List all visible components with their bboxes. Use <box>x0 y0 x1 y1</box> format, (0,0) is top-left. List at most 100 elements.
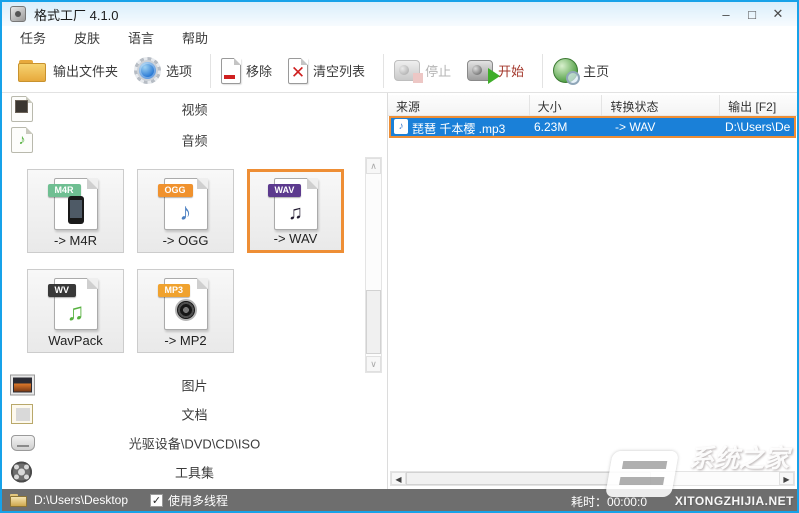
ogg-label: -> OGG <box>138 233 233 248</box>
stop-label: 停止 <box>425 61 451 80</box>
task-list-header: 来源 大小 转换状态 输出 [F2] <box>388 95 797 116</box>
title-bar: 格式工厂 4.1.0 – □ ✕ <box>2 2 797 26</box>
multithread-label: 使用多线程 <box>168 492 228 509</box>
format-card-wav[interactable]: WAV ♫ -> WAV <box>247 169 344 253</box>
audio-file-icon: ♪ <box>394 119 408 134</box>
status-bar: D:\Users\Desktop ✓ 使用多线程 耗时：00:00:0 <box>2 489 797 511</box>
wavpack-label: WavPack <box>28 333 123 348</box>
wavpack-file-icon: WV ♫ <box>54 278 98 330</box>
music-notes-icon: ♫ <box>55 299 97 327</box>
mp2-label: -> MP2 <box>138 333 233 348</box>
window-title: 格式工厂 4.1.0 <box>34 5 119 24</box>
mp2-file-icon: MP3 <box>164 278 208 330</box>
output-path[interactable]: D:\Users\Desktop <box>34 493 128 507</box>
remove-icon <box>221 58 241 84</box>
rom-device-label: 光驱设备\DVD\CD\ISO <box>2 433 387 452</box>
format-card-mp2[interactable]: MP3 -> MP2 <box>137 269 234 353</box>
maximize-button[interactable]: □ <box>739 7 765 22</box>
task-row-selected[interactable]: ♪ 琵琶 千本樱 .mp3 6.23M -> WAV D:\Users\De <box>389 116 796 138</box>
task-status: -> WAV <box>615 120 655 134</box>
task-size: 6.23M <box>534 120 567 134</box>
wav-label: -> WAV <box>250 231 341 246</box>
format-card-m4r[interactable]: M4R -> M4R <box>27 169 124 253</box>
multithread-checkbox[interactable]: ✓ <box>150 494 163 507</box>
home-button[interactable]: 主页 <box>553 58 609 83</box>
close-button[interactable]: ✕ <box>765 6 791 22</box>
wv-tag: WV <box>48 284 77 297</box>
output-folder-button[interactable]: 输出文件夹 <box>18 60 118 82</box>
home-label: 主页 <box>583 61 609 80</box>
elapsed-time: 耗时：00:00:0 <box>571 493 647 510</box>
ogg-tag: OGG <box>158 184 193 197</box>
toolset-label: 工具集 <box>2 463 387 482</box>
start-button[interactable]: 开始 <box>467 60 524 81</box>
options-label: 选项 <box>166 61 192 80</box>
menu-language[interactable]: 语言 <box>128 28 154 47</box>
clear-list-label: 清空列表 <box>313 61 365 80</box>
stop-button[interactable]: 停止 <box>394 60 451 81</box>
hscrollbar-thumb[interactable] <box>406 472 651 485</box>
output-folder-label: 输出文件夹 <box>53 61 118 80</box>
remove-button[interactable]: 移除 <box>221 58 272 84</box>
options-button[interactable]: 选项 <box>134 57 192 84</box>
output-path-folder-icon[interactable] <box>10 494 27 507</box>
video-label: 视频 <box>2 100 387 119</box>
sidebar-item-audio[interactable]: ♪ 音频 <box>2 124 387 156</box>
task-list-hscrollbar[interactable]: ◀ ▶ <box>390 471 795 486</box>
menu-help[interactable]: 帮助 <box>182 28 208 47</box>
task-output: D:\Users\De <box>725 120 790 134</box>
toolbar-separator <box>383 54 384 88</box>
sidebar-item-rom-device[interactable]: 光驱设备\DVD\CD\ISO <box>2 428 387 457</box>
music-notes-icon: ♫ <box>275 199 317 227</box>
gear-icon <box>134 57 161 84</box>
toolbar-separator <box>210 54 211 88</box>
minimize-button[interactable]: – <box>713 7 739 22</box>
format-card-ogg[interactable]: OGG ♪ -> OGG <box>137 169 234 253</box>
scroll-left-icon[interactable]: ◀ <box>391 472 406 485</box>
column-output[interactable]: 输出 [F2] <box>720 95 797 116</box>
start-icon <box>467 60 493 81</box>
menu-bar: 任务 皮肤 语言 帮助 <box>2 26 797 49</box>
app-icon <box>10 6 26 22</box>
music-note-icon: ♪ <box>165 199 207 227</box>
scroll-up-icon[interactable]: ∧ <box>366 158 381 174</box>
sidebar-scrollbar[interactable]: ∧ ∨ <box>365 157 382 373</box>
document-label: 文档 <box>2 404 387 423</box>
toolbar-separator <box>542 54 543 88</box>
ogg-file-icon: OGG ♪ <box>164 178 208 230</box>
format-card-wavpack[interactable]: WV ♫ WavPack <box>27 269 124 353</box>
sidebar-item-document[interactable]: 文档 <box>2 399 387 428</box>
home-globe-icon <box>553 58 578 83</box>
output-folder-icon <box>18 60 48 82</box>
scroll-right-icon[interactable]: ▶ <box>779 472 794 485</box>
wav-tag: WAV <box>268 184 302 197</box>
picture-label: 图片 <box>2 375 387 394</box>
menu-skin[interactable]: 皮肤 <box>74 28 100 47</box>
m4r-label: -> M4R <box>28 233 123 248</box>
column-size[interactable]: 大小 <box>530 95 603 116</box>
sidebar: 视频 ♪ 音频 M4R -> M4R OGG ♪ -> OGG <box>2 93 387 489</box>
wav-file-icon: WAV ♫ <box>274 178 318 230</box>
clear-list-icon: ✕ <box>288 58 308 84</box>
scrollbar-thumb[interactable] <box>366 290 381 354</box>
menu-task[interactable]: 任务 <box>20 28 46 47</box>
column-source[interactable]: 来源 <box>388 95 530 116</box>
m4r-file-icon: M4R <box>54 178 98 230</box>
stop-icon <box>394 60 420 81</box>
speaker-icon <box>175 299 197 321</box>
start-label: 开始 <box>498 61 524 80</box>
app-window: 格式工厂 4.1.0 – □ ✕ 任务 皮肤 语言 帮助 输出文件夹 选项 移除… <box>0 0 799 513</box>
remove-label: 移除 <box>246 61 272 80</box>
sidebar-item-toolset[interactable]: 工具集 <box>2 457 387 487</box>
task-source: 琵琶 千本樱 .mp3 <box>412 120 505 137</box>
clear-list-button[interactable]: ✕ 清空列表 <box>288 58 365 84</box>
sidebar-item-picture[interactable]: 图片 <box>2 370 387 399</box>
column-status[interactable]: 转换状态 <box>602 95 720 116</box>
task-list-panel: 来源 大小 转换状态 输出 [F2] ♪ 琵琶 千本樱 .mp3 6.23M -… <box>387 93 797 489</box>
phone-icon <box>68 196 84 224</box>
audio-label: 音频 <box>2 131 387 150</box>
toolbar: 输出文件夹 选项 移除 ✕ 清空列表 停止 开始 主页 <box>2 49 797 93</box>
mp3-tag: MP3 <box>158 284 191 297</box>
sidebar-item-video[interactable]: 视频 <box>2 94 387 124</box>
window-controls: – □ ✕ <box>713 2 791 26</box>
